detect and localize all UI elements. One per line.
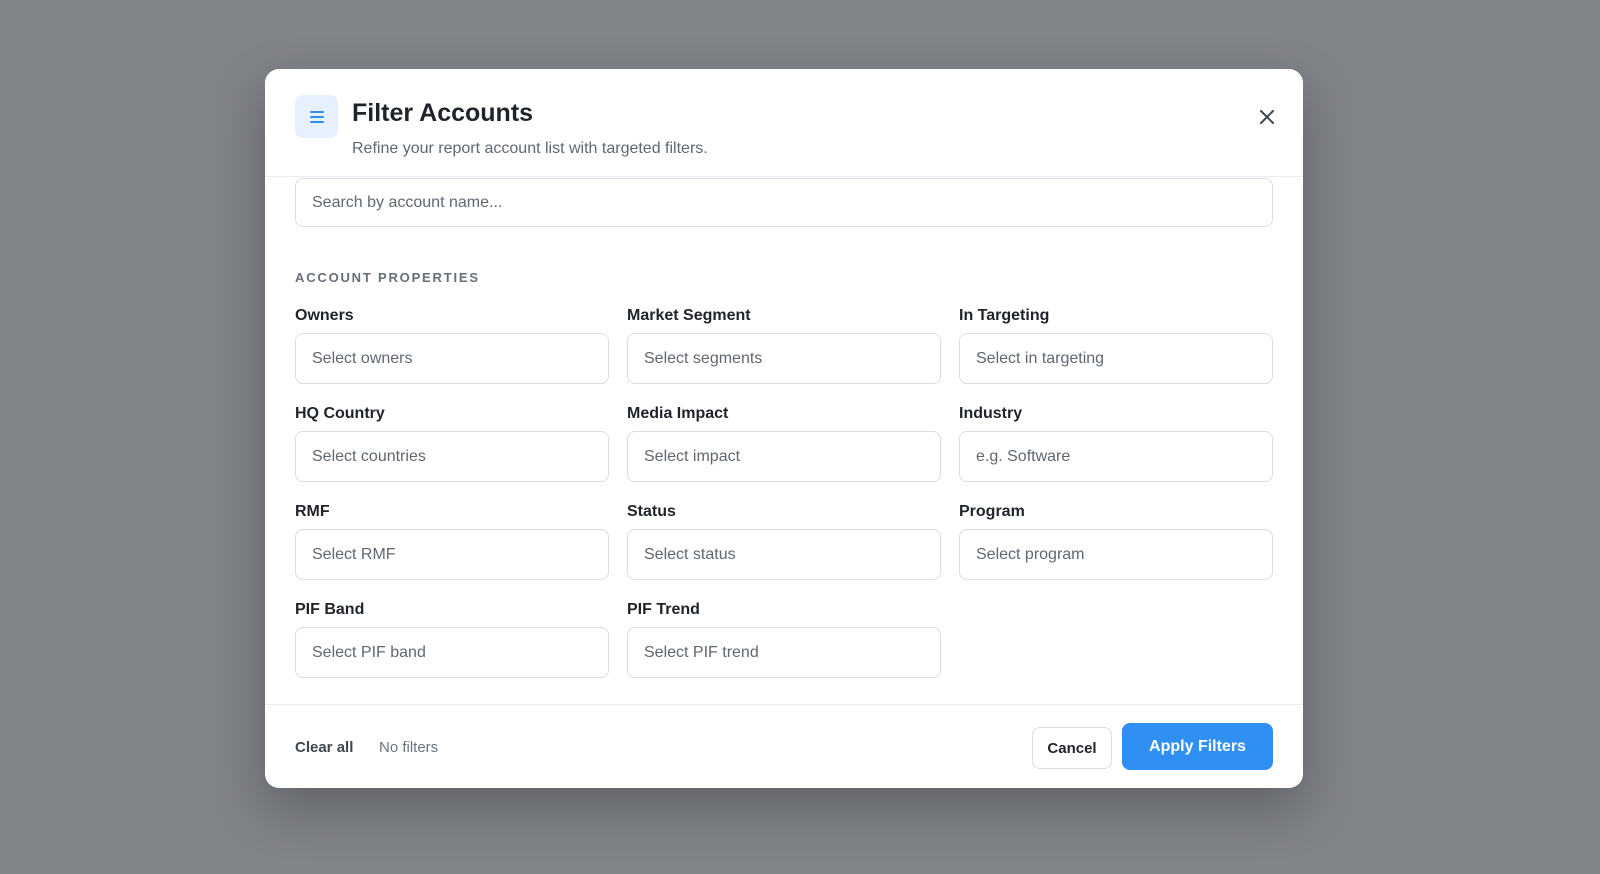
cancel-button[interactable]: Cancel (1032, 727, 1112, 769)
field-industry: Industry (959, 404, 1273, 502)
field-program: Program (959, 502, 1273, 600)
owners-input[interactable] (295, 333, 609, 384)
field-label-pif-trend: PIF Trend (627, 601, 700, 618)
field-rmf: RMF (295, 502, 609, 600)
section-title: ACCOUNT PROPERTIES (295, 270, 480, 285)
filter-count: No filters (379, 739, 439, 756)
field-label-market-segment: Market Segment (627, 307, 751, 324)
filter-lines-icon (295, 95, 338, 138)
field-label-status: Status (627, 503, 676, 520)
media-impact-input[interactable] (627, 431, 941, 482)
in-targeting-input[interactable] (959, 333, 1273, 384)
pif-trend-input[interactable] (627, 627, 941, 678)
modal-header: Filter Accounts Refine your report accou… (265, 69, 1303, 177)
field-status: Status (627, 502, 941, 600)
field-label-industry: Industry (959, 405, 1023, 422)
field-label-program: Program (959, 503, 1025, 520)
field-in-targeting: In Targeting (959, 306, 1273, 404)
field-hq-country: HQ Country (295, 404, 609, 502)
close-icon (1260, 110, 1274, 124)
field-label-rmf: RMF (295, 503, 330, 520)
modal-title: Filter Accounts (352, 99, 534, 127)
field-market-segment: Market Segment (627, 306, 941, 404)
field-label-in-targeting: In Targeting (959, 307, 1050, 324)
rmf-input[interactable] (295, 529, 609, 580)
field-pif-band: PIF Band (295, 600, 609, 698)
status-input[interactable] (627, 529, 941, 580)
field-owners: Owners (295, 306, 609, 404)
field-media-impact: Media Impact (627, 404, 941, 502)
filter-accounts-modal: Filter Accounts Refine your report accou… (265, 69, 1303, 788)
apply-filters-button[interactable]: Apply Filters (1122, 723, 1273, 770)
industry-input[interactable] (959, 431, 1273, 482)
field-label-pif-band: PIF Band (295, 601, 365, 618)
field-pif-trend: PIF Trend (627, 600, 941, 698)
filter-lines-icon-glyph (309, 110, 324, 123)
modal-subtitle: Refine your report account list with tar… (352, 140, 708, 157)
field-label-media-impact: Media Impact (627, 405, 729, 422)
filter-fields-grid: Owners Market Segment In Targeting HQ Count… (295, 306, 1273, 698)
field-label-owners: Owners (295, 307, 354, 324)
program-input[interactable] (959, 529, 1273, 580)
close-button[interactable] (1255, 105, 1279, 129)
modal-footer: Clear all No filters Cancel Apply Filter… (265, 704, 1303, 788)
pif-band-input[interactable] (295, 627, 609, 678)
clear-all-button[interactable]: Clear all (295, 739, 353, 756)
field-label-hq-country: HQ Country (295, 405, 385, 422)
hq-country-input[interactable] (295, 431, 609, 482)
market-segment-input[interactable] (627, 333, 941, 384)
search-input[interactable] (295, 178, 1273, 227)
